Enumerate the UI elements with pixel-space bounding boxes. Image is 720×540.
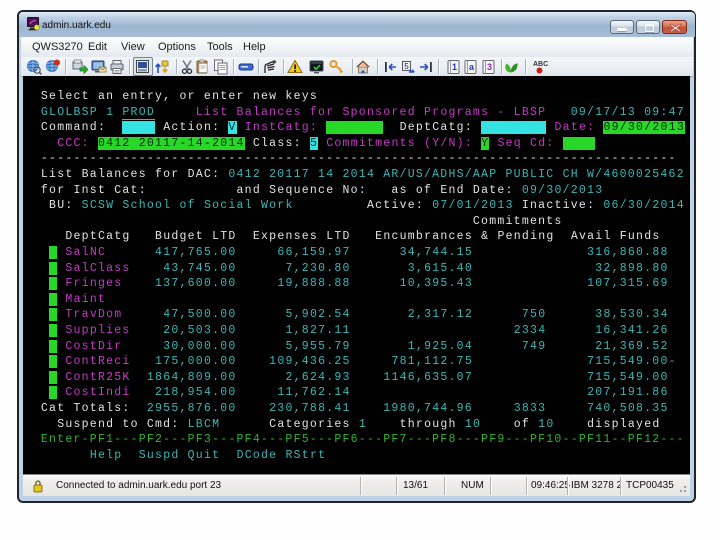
svg-text:3: 3	[487, 62, 492, 72]
svg-text:5: 5	[404, 62, 409, 71]
svg-text:1: 1	[452, 62, 457, 72]
svg-text:ABC: ABC	[533, 61, 548, 68]
